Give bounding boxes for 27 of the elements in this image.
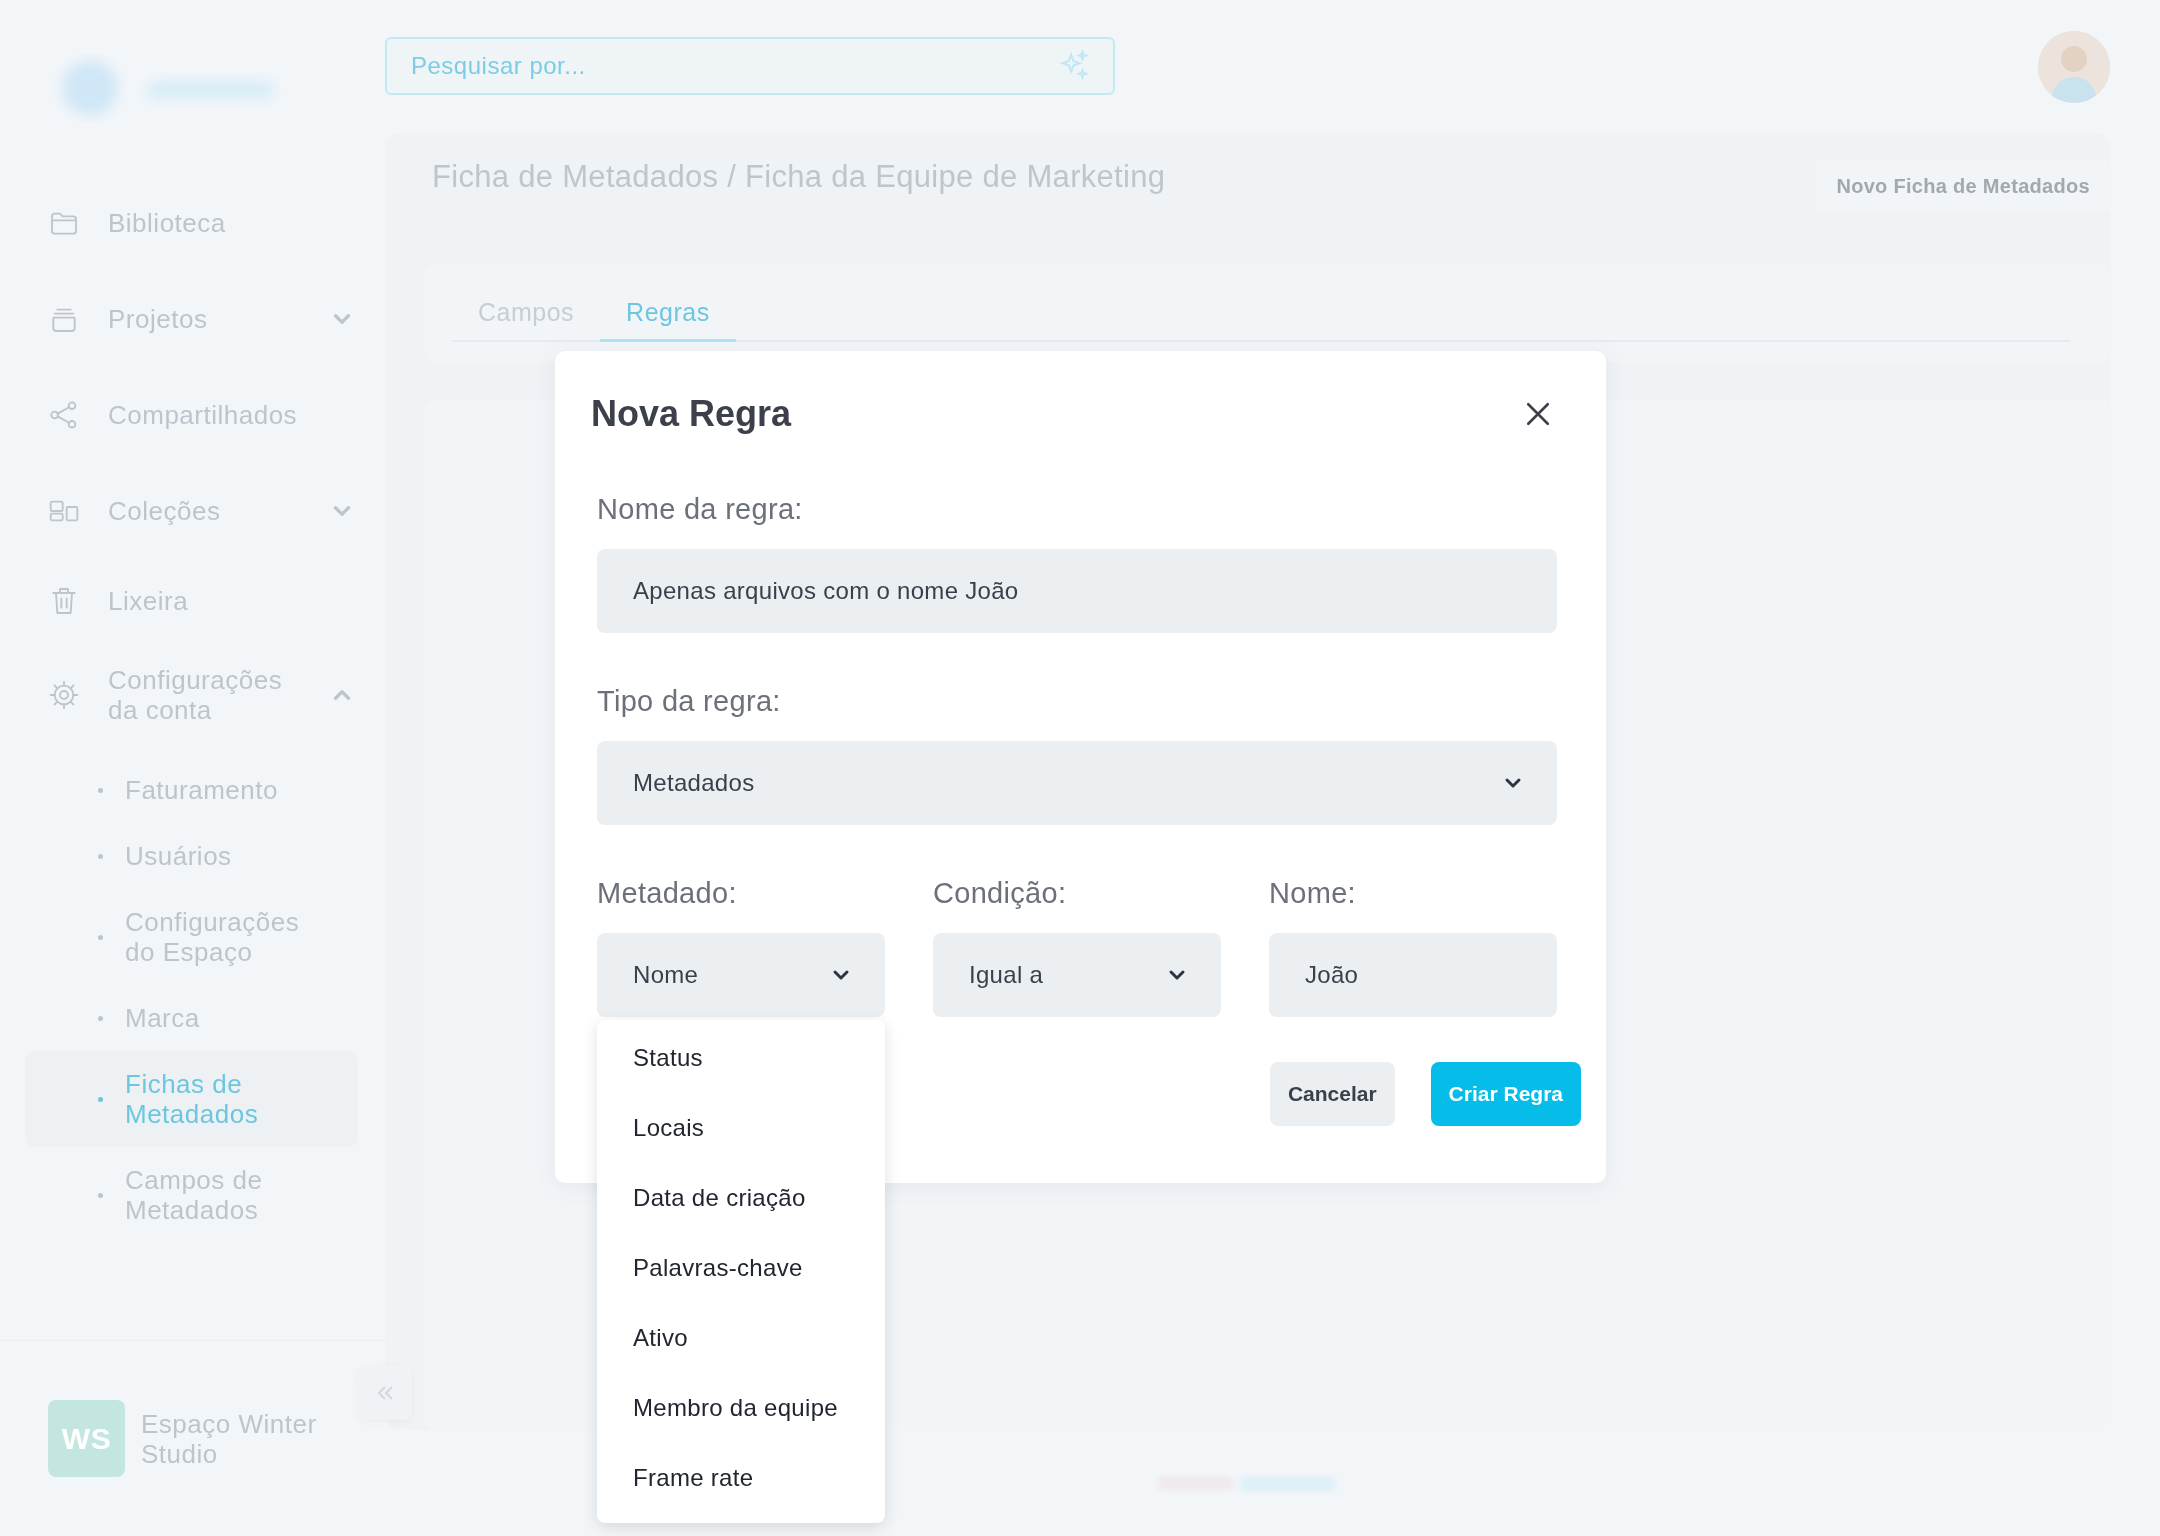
dialog-title: Nova Regra [591, 393, 792, 435]
cancel-button[interactable]: Cancelar [1269, 1062, 1395, 1126]
input-field[interactable]: João [1269, 933, 1557, 1017]
select-field[interactable]: Nome [597, 933, 885, 1017]
field-label: Nome da regra: [597, 493, 804, 527]
search-field[interactable]: Pesquisar por... [385, 37, 1115, 95]
select-field[interactable]: Metadados [597, 741, 1557, 825]
sidebar-subitem[interactable]: Fichas de Metadados [25, 1051, 358, 1147]
dropdown-option[interactable]: Ativo [597, 1303, 885, 1373]
dropdown-option[interactable]: Data de criação [597, 1163, 885, 1233]
close-icon[interactable] [1525, 401, 1551, 427]
dropdown-option[interactable]: Palavras-chave [597, 1233, 885, 1303]
input-field[interactable]: Apenas arquivos com o nome João [597, 549, 1557, 633]
gear-icon [48, 679, 80, 711]
field-label: Metadado: [597, 877, 738, 911]
dropdown-option[interactable]: Frame rate [597, 1443, 885, 1513]
dropdown-option[interactable]: Locais [597, 1093, 885, 1163]
create-button[interactable]: Criar Regra [1430, 1062, 1581, 1126]
field-label: Nome: [1269, 877, 1357, 911]
field-label: Tipo da regra: [597, 685, 782, 719]
dropdown-option[interactable]: Status [597, 1023, 885, 1093]
dropdown-option[interactable]: Membro da equipe [597, 1373, 885, 1443]
workspace-avatar: WS [48, 1400, 125, 1477]
tab[interactable]: Regras [600, 298, 736, 342]
select-field[interactable]: Igual a [933, 933, 1221, 1017]
field-label: Condição: [933, 877, 1068, 911]
sparkle-icon [1057, 49, 1091, 83]
